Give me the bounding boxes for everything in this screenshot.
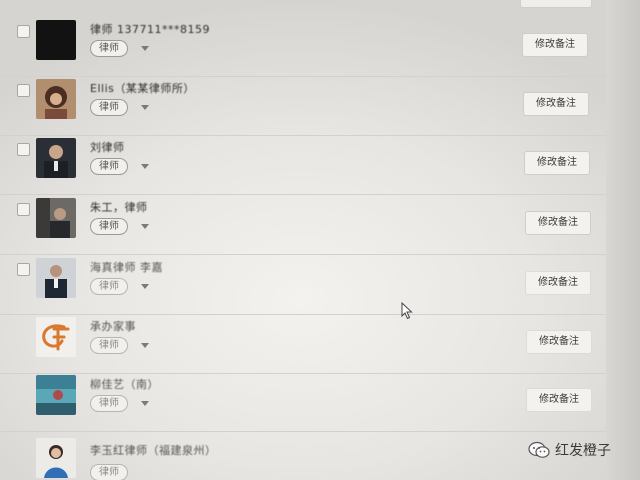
row-checkbox[interactable] xyxy=(17,203,30,216)
edit-remark-button[interactable]: 修改备注 xyxy=(523,92,589,116)
scrollbar-track[interactable] xyxy=(606,0,640,480)
avatar xyxy=(36,375,76,415)
row-checkbox[interactable] xyxy=(17,84,30,97)
contact-name: 李玉红律师（福建泉州） xyxy=(90,444,217,457)
contact-row: 李玉红律师（福建泉州） 律师 xyxy=(0,432,606,480)
edit-remark-button[interactable]: 修改备注 xyxy=(526,388,592,412)
chevron-down-icon[interactable] xyxy=(141,164,149,169)
edit-remark-button[interactable]: 修改备注 xyxy=(522,33,588,57)
contact-name: 刘律师 xyxy=(90,141,125,154)
contact-row: 律师 137711***8159 律师 修改备注 xyxy=(0,18,606,77)
tag-chip[interactable]: 律师 xyxy=(90,464,128,480)
edit-remark-button[interactable]: 修改备注 xyxy=(526,330,592,354)
mouse-pointer-icon xyxy=(401,301,413,324)
chevron-down-icon[interactable] xyxy=(141,401,149,406)
tag-chip[interactable]: 律师 xyxy=(90,99,128,116)
edit-remark-button[interactable]: 修改备注 xyxy=(525,271,591,295)
avatar xyxy=(36,138,76,178)
partial-edit-button[interactable] xyxy=(520,0,592,8)
edit-remark-button[interactable]: 修改备注 xyxy=(525,211,591,235)
avatar xyxy=(36,198,76,238)
avatar xyxy=(36,258,76,298)
chevron-down-icon[interactable] xyxy=(141,46,149,51)
contact-name: 柳佳艺（南） xyxy=(90,378,159,391)
tag-chip[interactable]: 律师 xyxy=(90,40,128,57)
contact-row: Ellis（某某律师所） 律师 修改备注 xyxy=(0,77,606,136)
avatar xyxy=(36,20,76,60)
chevron-down-icon[interactable] xyxy=(141,343,149,348)
tag-chip[interactable]: 律师 xyxy=(90,395,128,412)
row-checkbox[interactable] xyxy=(17,25,30,38)
avatar xyxy=(36,317,76,357)
contact-row: 朱工，律师 律师 修改备注 xyxy=(0,196,606,255)
contact-name: 律师 137711***8159 xyxy=(90,23,210,36)
chevron-down-icon[interactable] xyxy=(141,105,149,110)
row-checkbox[interactable] xyxy=(17,263,30,276)
contact-name: 海真律师 李嘉 xyxy=(90,261,163,274)
edit-remark-button[interactable]: 修改备注 xyxy=(524,151,590,175)
row-checkbox[interactable] xyxy=(17,143,30,156)
contact-row: 承办家事 律师 修改备注 xyxy=(0,315,606,374)
contact-row: 刘律师 律师 修改备注 xyxy=(0,136,606,195)
chevron-down-icon[interactable] xyxy=(141,284,149,289)
contact-name: Ellis（某某律师所） xyxy=(90,82,195,95)
wechat-icon xyxy=(528,441,550,459)
watermark: 红发橙子 xyxy=(528,440,611,460)
contact-name: 承办家事 xyxy=(90,320,136,333)
tag-chip[interactable]: 律师 xyxy=(90,278,128,295)
watermark-text: 红发橙子 xyxy=(555,443,611,459)
avatar xyxy=(36,79,76,119)
tag-chip[interactable]: 律师 xyxy=(90,158,128,175)
chevron-down-icon[interactable] xyxy=(141,224,149,229)
contact-list-screen: 律师 137711***8159 律师 修改备注 Ellis（某某律师所） 律师… xyxy=(0,0,640,480)
contact-row: 海真律师 李嘉 律师 修改备注 xyxy=(0,256,606,315)
contact-row: 柳佳艺（南） 律师 修改备注 xyxy=(0,373,606,432)
tag-chip[interactable]: 律师 xyxy=(90,337,128,354)
tag-chip[interactable]: 律师 xyxy=(90,218,128,235)
avatar xyxy=(36,438,76,478)
contact-name: 朱工，律师 xyxy=(90,201,148,214)
